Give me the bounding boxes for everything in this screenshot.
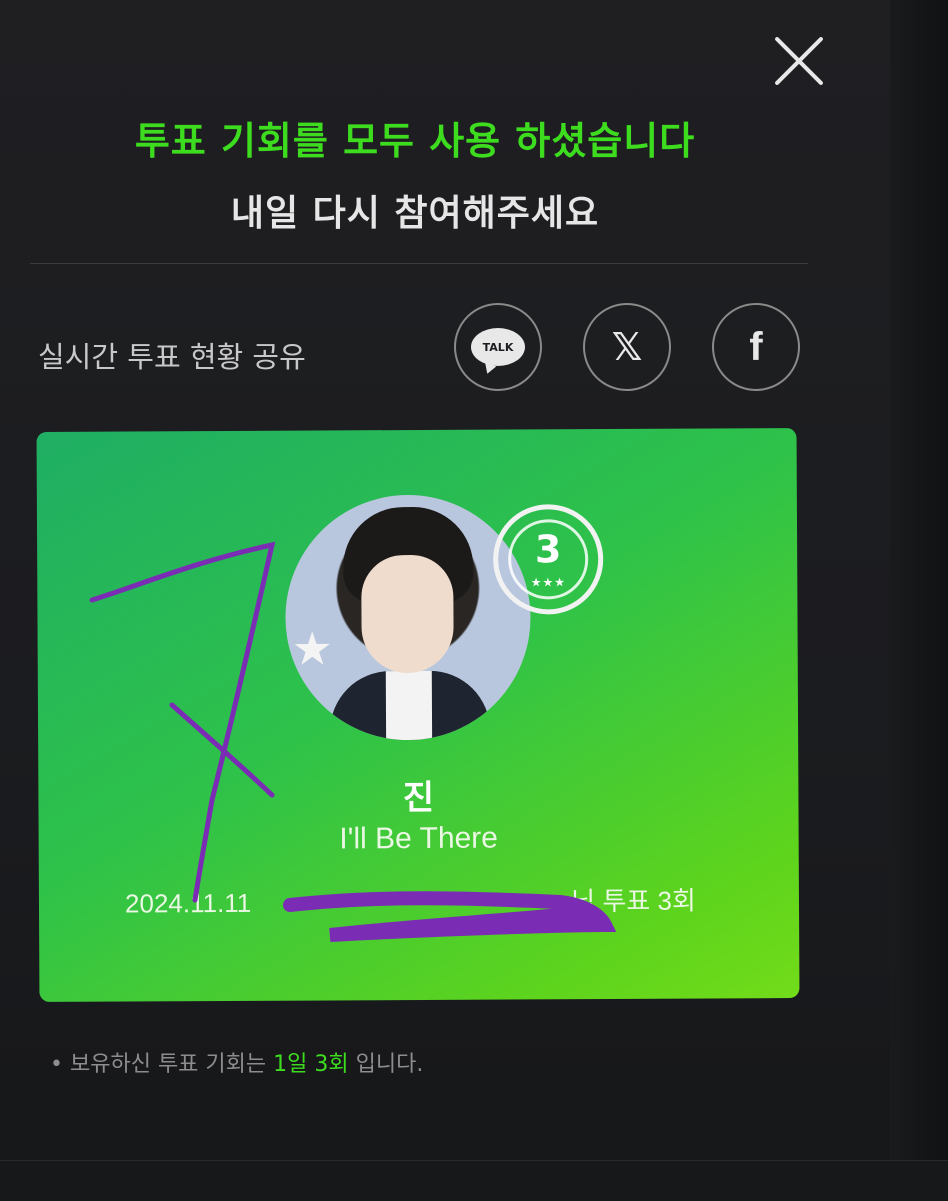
screen-bezel [890,0,948,1200]
facebook-share-button[interactable]: f [712,303,800,391]
vote-share-card: ★ 3 ★★★ 진 I'll Be There 2024.11.11 님 투표 3… [36,428,800,1002]
vote-limit-note: • 보유하신 투표 기회는 1일 3회 입니다. [50,1046,423,1078]
come-back-tomorrow-text: 내일 다시 참여해주세요 [230,193,600,234]
kakaotalk-share-button[interactable]: TALK [454,303,542,391]
vote-date: 2024.11.11 [124,887,252,919]
x-icon: 𝕏 [611,325,643,369]
note-bullet: • [50,1052,63,1077]
vote-complete-screen: 투표 기회를 모두 사용 하셨습니다 내일 다시 참여해주세요 실시간 투표 현… [0,0,948,1201]
vote-summary: 2024.11.11 님 투표 3회 [125,881,696,921]
redacted-username [251,910,571,912]
vote-count-text: 님 투표 3회 [571,885,696,917]
x-share-button[interactable]: 𝕏 [583,303,671,391]
star-decoration-icon: ★ [291,621,334,676]
share-label: 실시간 투표 현황 공유 [38,340,306,374]
song-title: I'll Be There [339,821,499,856]
artist-name: 진 [402,777,435,819]
note-prefix: 보유하신 투표 기회는 [69,1052,267,1077]
kakaotalk-icon-text: TALK [482,340,514,354]
vote-count-stamp: 3 ★★★ [492,504,604,615]
artist-photo: ★ [284,494,532,741]
stamp-stars: ★★★ [530,575,566,590]
facebook-icon: f [749,324,763,369]
kakaotalk-icon: TALK [471,328,525,366]
note-highlight: 1일 3회 [273,1052,349,1077]
vote-used-title: 투표 기회를 모두 사용 하셨습니다 [134,119,696,163]
divider [30,263,808,264]
note-suffix: 입니다. [355,1052,424,1077]
close-button[interactable] [770,32,830,92]
stamp-number: 3 [534,527,562,572]
underlying-page-edge [0,1160,948,1201]
